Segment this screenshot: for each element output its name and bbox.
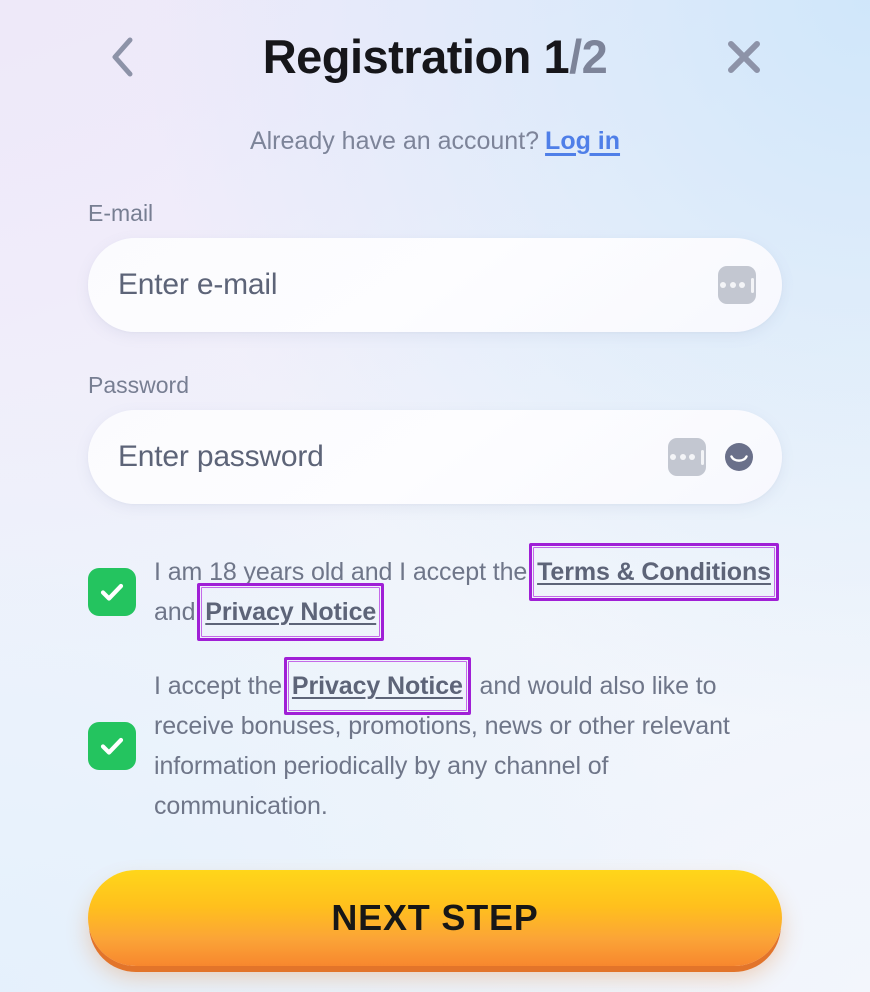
modal-header: Registration 1/2 xyxy=(0,0,870,112)
check-icon xyxy=(100,583,124,601)
cta-container: NEXT STEP xyxy=(0,870,870,966)
caret-bar xyxy=(750,277,754,293)
email-input[interactable] xyxy=(118,268,710,302)
eye-icon[interactable] xyxy=(722,440,756,474)
password-manager-dots-icon[interactable] xyxy=(718,266,756,304)
checkbox-age-terms[interactable] xyxy=(88,568,136,616)
password-manager-dots-icon[interactable] xyxy=(668,438,706,476)
consent-list: I am 18 years old and I accept the Terms… xyxy=(0,543,870,826)
consent-text-part: I accept the xyxy=(154,672,283,700)
consent-text-part: and xyxy=(154,598,196,626)
email-field-wrapper[interactable] xyxy=(88,238,782,332)
password-input[interactable] xyxy=(118,440,660,474)
dot xyxy=(670,454,677,460)
close-button[interactable] xyxy=(718,31,770,83)
field-spacer xyxy=(88,332,782,374)
chevron-left-icon xyxy=(112,37,133,77)
consent-text-age-terms: I am 18 years old and I accept the Terms… xyxy=(154,543,782,641)
consent-text-marketing: I accept the Privacy Notice, and would a… xyxy=(154,657,782,826)
email-label: E-mail xyxy=(88,200,154,226)
existing-account-prompt: Already have an account? xyxy=(249,127,540,155)
close-icon xyxy=(728,41,760,73)
privacy-notice-link[interactable]: Privacy Notice xyxy=(283,657,471,715)
next-step-button[interactable]: NEXT STEP xyxy=(88,870,782,966)
login-link[interactable]: Log in xyxy=(545,127,620,155)
password-label: Password xyxy=(88,372,189,398)
back-button[interactable] xyxy=(96,31,148,83)
page-title-total: /2 xyxy=(569,29,608,83)
page-title-step: Registration 1 xyxy=(262,29,570,83)
registration-form: E-mail Password xyxy=(0,202,870,504)
dot xyxy=(739,282,746,288)
check-icon xyxy=(100,737,124,755)
consent-row-age-terms: I am 18 years old and I accept the Terms… xyxy=(88,543,782,641)
dot xyxy=(679,454,686,460)
caret-bar xyxy=(700,449,704,465)
consent-row-marketing: I accept the Privacy Notice, and would a… xyxy=(88,657,782,826)
dot xyxy=(689,454,696,460)
existing-account-line: Already have an account? Log in xyxy=(0,126,870,156)
privacy-notice-link[interactable]: Privacy Notice xyxy=(197,583,385,641)
dot xyxy=(720,282,727,288)
registration-screen: Registration 1/2 Already have an account… xyxy=(0,0,870,992)
terms-and-conditions-link[interactable]: Terms & Conditions xyxy=(529,543,779,601)
consent-text-part: I am 18 years old and I accept the xyxy=(154,558,528,586)
checkbox-marketing[interactable] xyxy=(88,722,136,770)
password-field-wrapper[interactable] xyxy=(88,410,782,504)
dot xyxy=(729,282,736,288)
page-title: Registration 1/2 xyxy=(263,33,608,80)
